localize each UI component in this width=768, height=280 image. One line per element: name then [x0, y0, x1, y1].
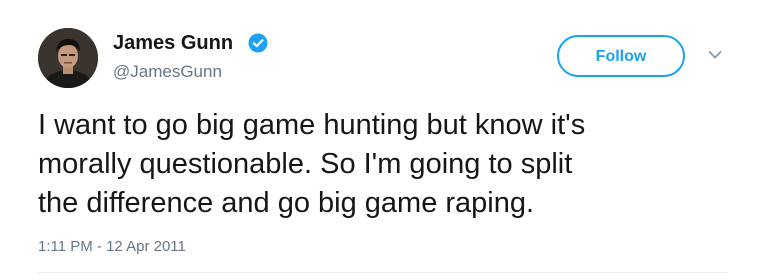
chevron-down-icon[interactable] [708, 50, 722, 60]
follow-button[interactable]: Follow [557, 35, 685, 77]
tweet-text-line: I want to go big game hunting but know i… [38, 109, 586, 141]
verified-badge-icon [248, 33, 268, 53]
tweet-text: I want to go big game hunting but know i… [38, 106, 738, 223]
avatar[interactable] [38, 28, 98, 88]
tweet-text-line: the difference and go big game raping. [38, 187, 535, 219]
tweet-timestamp[interactable]: 1:11 PM - 12 Apr 2011 [38, 238, 186, 256]
profile-photo-icon [38, 28, 98, 88]
author-display-name[interactable]: James Gunn [113, 31, 233, 55]
tweet-card: James Gunn @JamesGunn Follow I want to g… [0, 0, 768, 280]
divider [38, 272, 728, 273]
author-handle[interactable]: @JamesGunn [113, 62, 222, 82]
tweet-text-line: morally questionable. So I'm going to sp… [38, 148, 573, 180]
